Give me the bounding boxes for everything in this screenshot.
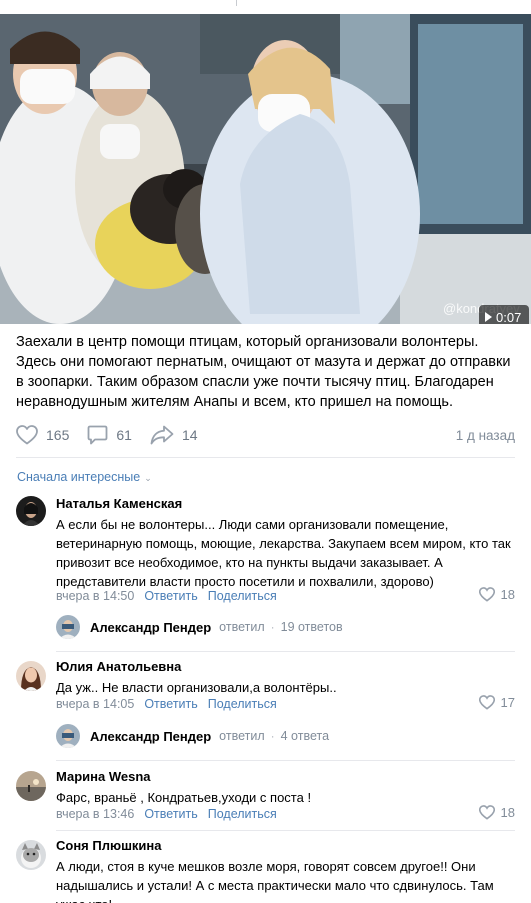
comment: Юлия Анатольевна Да уж.. Не власти орган… bbox=[16, 659, 515, 719]
reply-button[interactable]: Ответить bbox=[144, 807, 197, 821]
comment-meta: вчера в 14:05 Ответить Поделиться bbox=[56, 696, 277, 712]
reply-thread[interactable]: Александр Пендер ответил · 4 ответа bbox=[56, 723, 329, 749]
reply-author: Александр Пендер bbox=[90, 619, 212, 635]
comment-like-button[interactable]: 17 bbox=[478, 695, 515, 710]
comment-meta: вчера в 13:46 Ответить Поделиться bbox=[56, 806, 277, 822]
divider bbox=[56, 830, 515, 831]
comment-like-count: 18 bbox=[500, 587, 515, 602]
sort-label: Сначала интересные bbox=[17, 470, 141, 484]
comment: Соня Плюшкина А люди, стоя в куче мешков… bbox=[16, 838, 515, 903]
video-thumbnail bbox=[0, 14, 531, 324]
sort-dropdown[interactable]: Сначала интересные ⌄ bbox=[17, 470, 152, 484]
avatar[interactable] bbox=[16, 496, 46, 526]
avatar-image bbox=[56, 615, 80, 639]
comment-author[interactable]: Соня Плюшкина bbox=[56, 838, 162, 853]
divider bbox=[56, 760, 515, 761]
comment-time[interactable]: вчера в 14:05 bbox=[56, 697, 134, 711]
heart-icon bbox=[16, 425, 38, 445]
avatar-image bbox=[56, 724, 80, 748]
comment-time[interactable]: вчера в 13:46 bbox=[56, 807, 134, 821]
heart-icon bbox=[478, 695, 495, 710]
reply-verb: ответил bbox=[219, 729, 265, 743]
share-icon bbox=[150, 425, 174, 445]
video-duration: 0:07 bbox=[496, 309, 522, 325]
post-date[interactable]: 1 д назад bbox=[456, 428, 515, 443]
reply-count[interactable]: 19 ответов bbox=[281, 620, 343, 634]
like-button[interactable]: 165 bbox=[16, 425, 69, 445]
post-actions: 165 61 14 1 д назад bbox=[16, 424, 515, 446]
divider bbox=[56, 651, 515, 652]
reply-button[interactable]: Ответить bbox=[144, 589, 197, 603]
play-icon bbox=[485, 312, 492, 322]
comment-time[interactable]: вчера в 14:50 bbox=[56, 589, 134, 603]
comment-like-button[interactable]: 18 bbox=[478, 587, 515, 602]
post-text: Заехали в центр помощи птицам, который о… bbox=[16, 334, 511, 410]
share-comment-button[interactable]: Поделиться bbox=[208, 589, 277, 603]
like-count: 165 bbox=[46, 427, 70, 443]
comment-button[interactable]: 61 bbox=[87, 425, 132, 445]
share-count: 14 bbox=[181, 427, 198, 443]
share-comment-button[interactable]: Поделиться bbox=[208, 697, 277, 711]
comment-text: А люди, стоя в куче мешков возле моря, г… bbox=[56, 859, 494, 903]
comment-author[interactable]: Марина Wesna bbox=[56, 769, 151, 784]
avatar-image bbox=[16, 661, 46, 691]
comment-count: 61 bbox=[116, 427, 132, 443]
avatar-image bbox=[16, 771, 46, 801]
comment-icon bbox=[87, 425, 108, 445]
separator-dot: · bbox=[270, 729, 275, 743]
avatar[interactable] bbox=[16, 661, 46, 691]
edge-tick bbox=[236, 0, 237, 6]
divider bbox=[16, 457, 515, 458]
avatar[interactable] bbox=[16, 771, 46, 801]
avatar[interactable] bbox=[56, 615, 80, 639]
reply-button[interactable]: Ответить bbox=[144, 697, 197, 711]
comment-like-count: 18 bbox=[500, 805, 515, 820]
comment-text: Фарс, враньё , Кондратьев,уходи с поста … bbox=[56, 790, 312, 805]
avatar[interactable] bbox=[16, 840, 46, 870]
comment-like-button[interactable]: 18 bbox=[478, 805, 515, 820]
reply-verb: ответил bbox=[219, 620, 265, 634]
heart-icon bbox=[478, 805, 495, 820]
share-button[interactable]: 14 bbox=[150, 425, 198, 445]
top-edge bbox=[0, 0, 531, 14]
separator-dot: · bbox=[270, 620, 275, 634]
reply-thread[interactable]: Александр Пендер ответил · 19 ответов bbox=[56, 614, 343, 640]
comment: Марина Wesna Фарс, враньё , Кондратьев,у… bbox=[16, 769, 515, 825]
avatar[interactable] bbox=[56, 724, 80, 748]
heart-icon bbox=[478, 587, 495, 602]
chevron-down-icon: ⌄ bbox=[144, 473, 152, 483]
video-duration-badge[interactable]: 0:07 bbox=[479, 305, 530, 325]
avatar-image bbox=[16, 496, 46, 526]
video-player[interactable]: @kondratyev 0:07 bbox=[0, 14, 531, 324]
reply-author: Александр Пендер bbox=[90, 728, 212, 744]
comment-text: А если бы не волонтеры... Люди сами орга… bbox=[56, 517, 511, 589]
comment-author[interactable]: Наталья Каменская bbox=[56, 496, 182, 511]
share-comment-button[interactable]: Поделиться bbox=[208, 807, 277, 821]
comment-text: Да уж.. Не власти организовали,а волонтё… bbox=[56, 680, 337, 695]
reply-count[interactable]: 4 ответа bbox=[281, 729, 329, 743]
avatar-image bbox=[16, 840, 46, 870]
comment-author[interactable]: Юлия Анатольевна bbox=[56, 659, 181, 674]
comment-meta: вчера в 14:50 Ответить Поделиться bbox=[56, 588, 277, 604]
comment-like-count: 17 bbox=[500, 695, 515, 710]
